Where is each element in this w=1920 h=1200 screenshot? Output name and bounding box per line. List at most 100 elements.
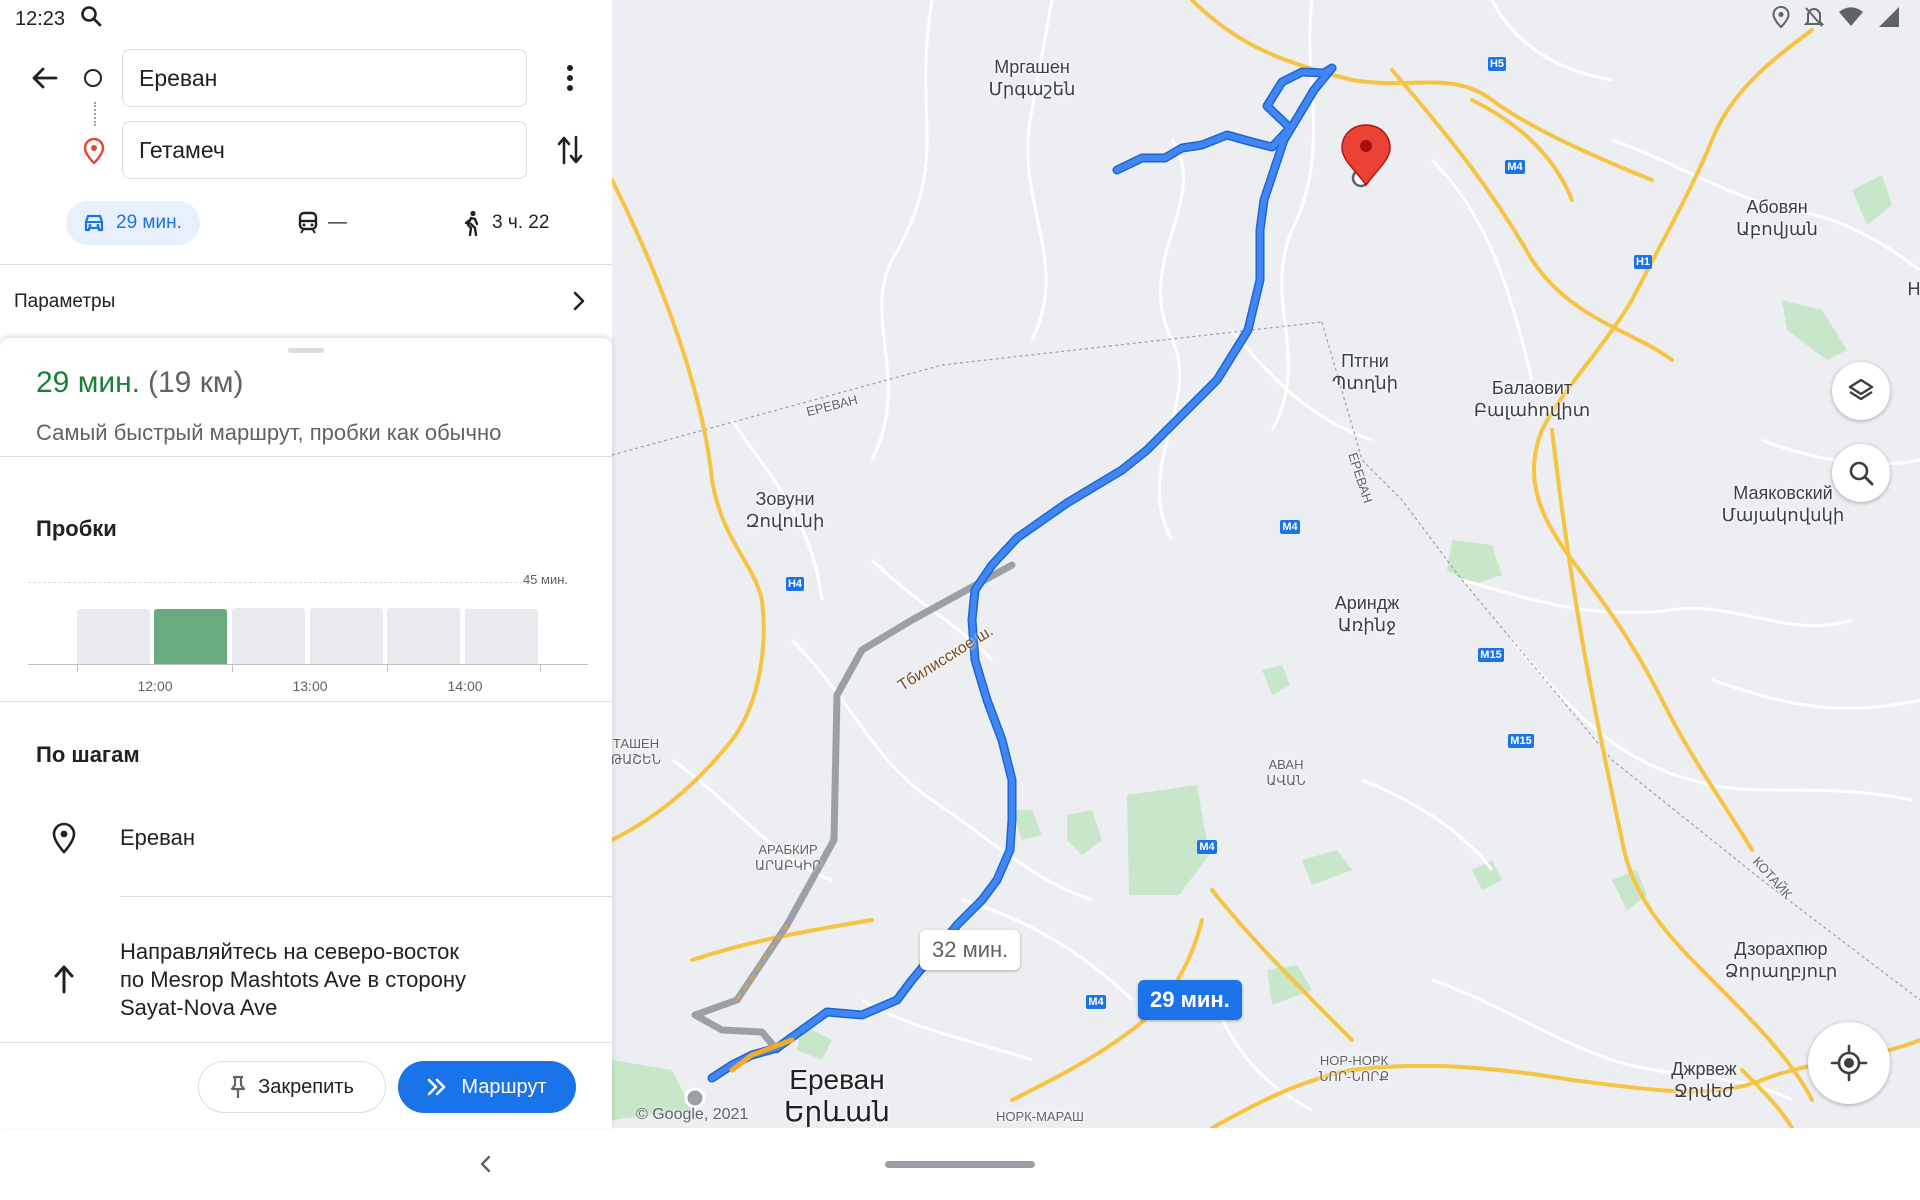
step-text: Направляйтесь на северо-восток по Mesrop… — [120, 938, 466, 1022]
mode-walk-button[interactable]: 3 ч. 22 — [462, 201, 549, 245]
divider — [0, 701, 612, 702]
road-shield-label: H5 — [1489, 58, 1505, 70]
traffic-tick-label: 14:00 — [447, 678, 483, 694]
mode-transit-button[interactable]: — — [298, 201, 347, 245]
traffic-baseline — [28, 664, 588, 665]
pin-button[interactable]: Закрепить — [198, 1061, 386, 1113]
travel-modes: 29 мин. — 3 ч. 22 — [0, 198, 612, 248]
route-summary: 29 мин. (19 км) — [36, 366, 243, 400]
place-label-edge: Н — [1907, 279, 1920, 299]
straight-arrow-icon — [54, 965, 74, 994]
layers-icon — [1848, 378, 1874, 401]
origin-circle-icon — [84, 69, 102, 87]
place-label-nork: Нор-Норк Նոր-Նորք — [1318, 1053, 1390, 1084]
traffic-tick — [77, 665, 78, 672]
step-item[interactable]: Ереван — [0, 804, 612, 904]
route-parameters-button[interactable]: Параметры — [0, 268, 612, 336]
mode-drive-label: 29 мин. — [116, 212, 182, 233]
road-shield-label: M15 — [1510, 735, 1532, 747]
mode-drive-button[interactable]: 29 мин. — [66, 201, 200, 245]
route-distance: (19 км) — [148, 366, 244, 399]
steps-title: По шагам — [36, 742, 140, 767]
traffic-max-gridline — [28, 582, 558, 583]
traffic-chart: 45 мин. 12:00 13:00 14:00 — [28, 570, 588, 710]
place-label-nork-marash: Норк-Мараш — [996, 1109, 1084, 1124]
do-not-disturb-icon — [1803, 6, 1825, 33]
system-back-button[interactable] — [474, 1146, 498, 1182]
action-bar: Закрепить Маршрут — [0, 1042, 612, 1128]
step-text-line: по Mesrop Mashtots Ave в сторону — [120, 967, 466, 992]
traffic-tick-label: 13:00 — [292, 678, 328, 694]
traffic-bar — [310, 608, 383, 664]
start-route-button[interactable]: Маршрут — [398, 1061, 576, 1113]
step-text: Ереван — [120, 825, 195, 850]
wifi-icon — [1838, 6, 1864, 32]
road-shields — [786, 57, 1652, 1009]
destination-marker — [1341, 124, 1391, 187]
origin-input[interactable]: Ереван — [122, 49, 527, 107]
map-layers-button[interactable] — [1832, 362, 1890, 420]
place-label-ptghni: Птгни Պտղնի — [1331, 351, 1399, 393]
params-label: Параметры — [14, 291, 116, 312]
place-label-yerevan: Ереван Երևան — [784, 1064, 890, 1127]
step-text-line: Направляйтесь на северо-восток — [120, 939, 459, 964]
divider — [120, 896, 612, 897]
place-label-jrvezh: Джрвеж Ջրվեժ — [1671, 1059, 1737, 1101]
map-search-button[interactable] — [1832, 444, 1890, 502]
road-shield-label: H1 — [1635, 256, 1651, 268]
road-shield-label: M4 — [1282, 521, 1298, 533]
divider — [0, 264, 612, 265]
destination-pin-icon — [83, 137, 105, 169]
divider — [0, 456, 612, 457]
sheet-drag-handle[interactable] — [288, 348, 324, 353]
alt-route-time-chip[interactable]: 32 мин. — [920, 930, 1021, 970]
home-gesture-bar[interactable] — [885, 1161, 1035, 1168]
main-route-outline — [707, 63, 1337, 1083]
place-label-abovyan: Абовян Աբովյան — [1736, 197, 1818, 239]
place-label-avan: Аван Ավան — [1266, 757, 1306, 788]
road-shield-label: M15 — [1480, 649, 1502, 661]
my-location-icon — [1830, 1044, 1868, 1082]
arrow-back-icon — [32, 67, 58, 89]
place-label-dzoraghbyur: Дзорахпюр Ձորաղբյուր — [1724, 939, 1838, 981]
system-nav-bar — [0, 1128, 1920, 1200]
traffic-bar — [387, 608, 460, 664]
step-item[interactable]: Направляйтесь на северо-восток по Mesrop… — [0, 908, 612, 1028]
place-label-mayakovsky: Маяковский Մայակովսկի — [1721, 483, 1845, 525]
search-icon[interactable] — [79, 4, 103, 34]
pin-icon — [231, 1075, 246, 1098]
swap-vert-icon — [557, 135, 583, 165]
map-boundaries — [612, 321, 1920, 1001]
route-label: Маршрут — [461, 1075, 547, 1098]
main-route-line — [709, 65, 1335, 1081]
road-shield-label: M4 — [1507, 161, 1523, 173]
mode-walk-label: 3 ч. 22 — [492, 212, 550, 233]
status-bar-left: 12:23 — [15, 5, 103, 33]
road-shield-label: M4 — [1088, 996, 1104, 1008]
map-copyright: © Google, 2021 — [636, 1106, 749, 1123]
road-shield-label: H4 — [787, 578, 803, 590]
status-bar-right — [1772, 5, 1900, 33]
swap-button[interactable] — [552, 130, 588, 170]
destination-marker-dot — [1360, 140, 1372, 152]
chevron-right-icon — [573, 291, 585, 311]
search-icon — [1849, 461, 1874, 486]
road-shield-label: M4 — [1199, 841, 1215, 853]
mode-transit-label: — — [328, 212, 347, 233]
route-dots-icon — [94, 102, 96, 126]
train-icon — [298, 211, 318, 234]
walk-icon — [464, 210, 479, 236]
destination-input[interactable]: Гетамеч — [122, 121, 527, 179]
back-button[interactable] — [22, 60, 66, 96]
place-label-zovuni: Зовуни Զովունի — [745, 489, 825, 531]
traffic-bar — [232, 608, 305, 664]
main-route-time-chip[interactable]: 29 мин. — [1138, 980, 1242, 1020]
directions-panel: Ереван Гетамеч 29 мин. — 3 ч. 22 Парамет… — [0, 0, 612, 1128]
my-location-button[interactable] — [1808, 1022, 1890, 1104]
map-view[interactable]: H5 M4 H1 M4 H4 M15 M15 M4 M4 Мргашен Մրգա… — [612, 0, 1920, 1128]
double-chevron-icon — [428, 1078, 446, 1096]
more-options-button[interactable] — [555, 60, 585, 96]
route-details-sheet[interactable]: 29 мин. (19 км) Самый быстрый маршрут, пр… — [0, 338, 612, 1128]
more-vert-icon — [567, 65, 573, 91]
traffic-bar — [77, 609, 150, 664]
